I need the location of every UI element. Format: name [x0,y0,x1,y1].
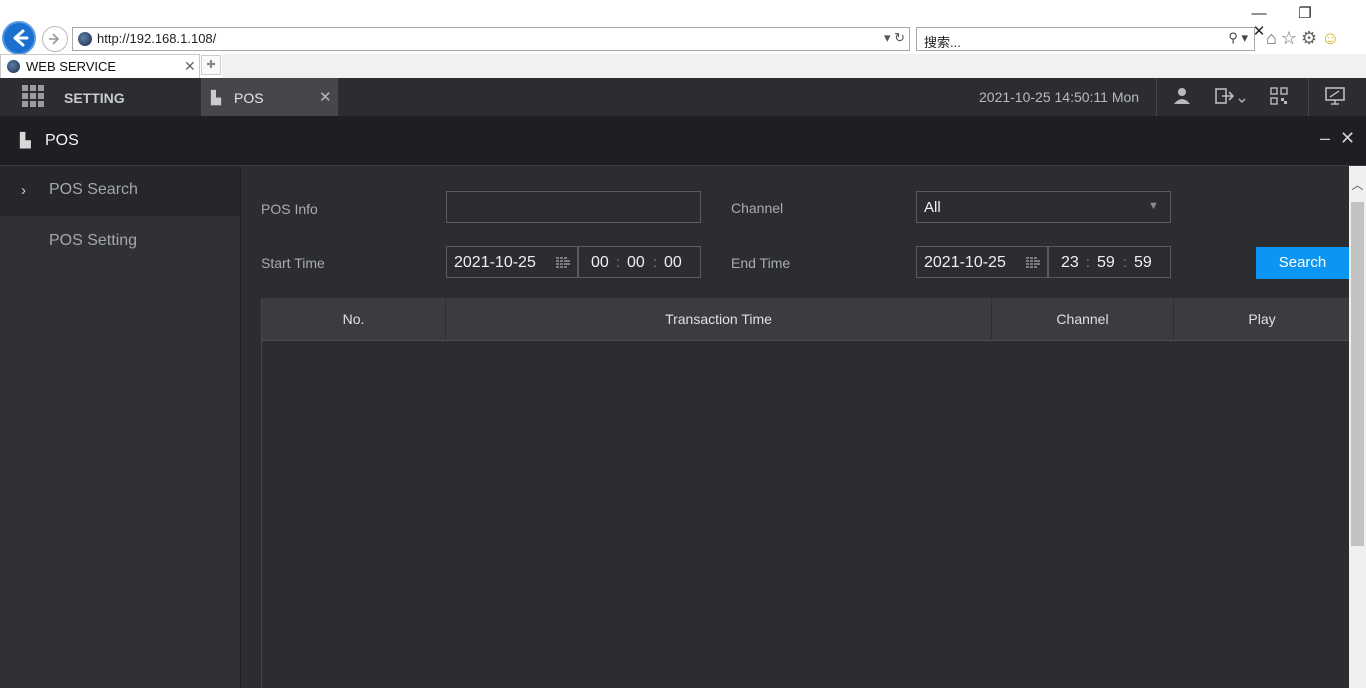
browser-tab-title: WEB SERVICE [26,59,117,74]
vertical-scrollbar[interactable]: ︿ [1349,166,1366,688]
calendar-icon[interactable] [1026,257,1040,269]
time-separator: : [616,254,620,270]
browser-tab[interactable]: WEB SERVICE ✕ [0,54,200,78]
address-dropdown-refresh-icon[interactable]: ▾ ↻ [884,30,905,46]
tab-strip [222,54,1366,78]
end-date-input[interactable]: 2021-10-25 [916,246,1048,278]
time-separator: : [653,254,657,270]
column-header-transaction-time: Transaction Time [446,298,992,340]
app-top-nav: SETTING ▙ POS ✕ 2021-10-25 14:50:11 Mon [0,78,1366,117]
end-second[interactable]: 59 [1134,254,1152,272]
address-bar[interactable]: http://192.168.1.108/ ▾ ↻ [72,27,910,51]
nav-divider [1156,78,1157,116]
start-second[interactable]: 00 [664,254,682,272]
pos-tab-close-icon[interactable]: ✕ [319,88,332,106]
time-separator: : [1086,254,1090,270]
table-header-row: No. Transaction Time Channel Play [262,298,1350,341]
pos-nav-tab-label: POS [234,90,264,106]
nav-divider [1308,78,1309,116]
column-header-channel: Channel [992,298,1174,340]
sidebar-item-pos-setting[interactable]: POS Setting [49,232,137,250]
pos-terminal-icon: ▙ [20,132,31,148]
start-date-input[interactable]: 2021-10-25 [446,246,578,278]
monitor-icon[interactable] [1323,86,1347,108]
system-datetime: 2021-10-25 14:50:11 Mon [979,89,1140,105]
new-tab-icon[interactable]: ✚ [201,55,221,75]
minimize-window-icon[interactable]: — [1236,5,1282,22]
pos-nav-tab[interactable]: ▙ POS ✕ [201,78,338,116]
pos-panel-header: ▙ POS – ✕ [0,116,1366,166]
end-time-input[interactable]: 23 : 59 : 59 [1048,246,1171,278]
restore-window-icon[interactable]: ❐ [1282,4,1328,22]
channel-selected-value: All [924,199,941,216]
chevron-down-icon: ▼ [1148,200,1159,212]
forward-arrow-icon [49,33,60,45]
start-time-input[interactable]: 00 : 00 : 00 [578,246,701,278]
pos-info-input[interactable] [446,191,701,223]
user-icon[interactable] [1170,86,1194,108]
end-date-value: 2021-10-25 [924,254,1006,271]
close-window-icon[interactable]: ✕ [1236,22,1282,40]
minimize-panel-icon[interactable]: – [1320,128,1330,149]
forward-button[interactable] [42,26,68,52]
column-header-play: Play [1248,311,1276,327]
end-hour[interactable]: 23 [1061,254,1079,272]
pos-results-table: No. Transaction Time Channel Play [261,298,1350,688]
column-header-no: No. [262,298,446,340]
address-url[interactable]: http://192.168.1.108/ [97,31,216,46]
pos-terminal-icon: ▙ [211,90,221,105]
start-hour[interactable]: 00 [591,254,609,272]
pos-info-label: POS Info [261,201,318,217]
calendar-icon[interactable] [556,257,570,269]
pos-panel-title: POS [45,132,79,149]
channel-select[interactable]: All ▼ [916,191,1171,223]
site-globe-icon [78,32,92,46]
search-button[interactable]: Search [1256,247,1349,279]
back-button[interactable] [2,21,36,55]
window-controls: — ❐✕ [1236,4,1366,40]
tab-favicon-icon [7,60,20,73]
qr-code-icon[interactable] [1267,86,1291,108]
scroll-up-arrow-icon[interactable]: ︿ [1349,176,1366,198]
sidebar-item-label: POS Search [49,181,138,198]
setting-nav-link[interactable]: SETTING [64,90,125,106]
pos-sidebar: › POS Search POS Setting [0,166,241,688]
scrollbar-thumb[interactable] [1351,202,1364,546]
browser-chrome: http://192.168.1.108/ ▾ ↻ 搜索... ⚲ ▾ ⌂☆⚙☺… [0,0,1366,78]
channel-label: Channel [731,200,784,216]
start-time-label: Start Time [261,255,325,271]
chevron-right-icon: › [21,182,26,199]
start-minute[interactable]: 00 [627,254,645,272]
browser-search-placeholder[interactable]: 搜索... [924,32,961,51]
start-date-value: 2021-10-25 [454,254,536,271]
time-separator: : [1123,254,1127,270]
close-panel-icon[interactable]: ✕ [1340,128,1355,149]
end-time-label: End Time [731,255,791,271]
back-arrow-icon [13,29,29,47]
browser-search-box[interactable]: 搜索... ⚲ ▾ [916,27,1255,51]
logout-icon[interactable] [1212,86,1250,108]
end-minute[interactable]: 59 [1097,254,1115,272]
tab-close-icon[interactable]: ✕ [184,58,196,75]
app-grid-icon[interactable] [22,85,44,107]
sidebar-item-pos-search[interactable]: › POS Search [0,166,240,216]
